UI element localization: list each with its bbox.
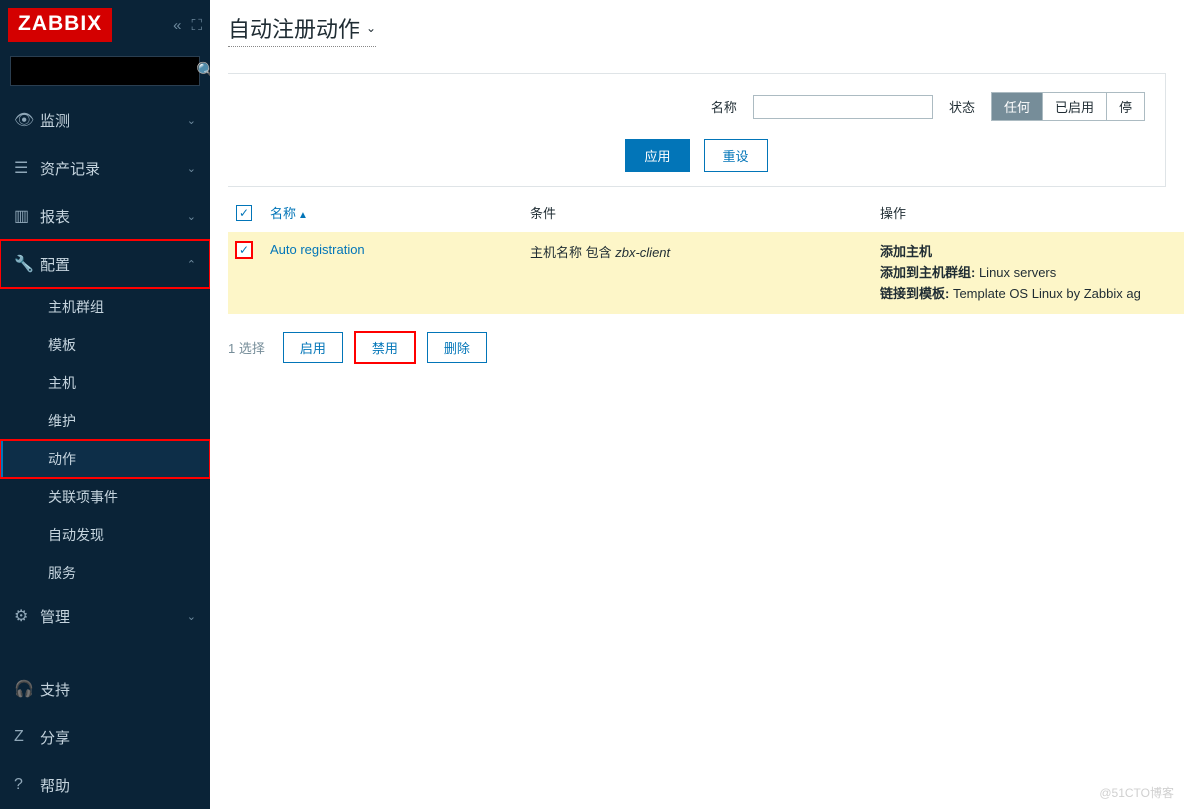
sidebar-header: ZABBIX « ⛶	[0, 0, 210, 50]
nav-label: 监测	[40, 110, 187, 131]
sub-actions[interactable]: 动作	[0, 440, 210, 478]
col-name[interactable]: 名称▲	[262, 193, 522, 232]
status-segmented: 任何 已启用 停	[991, 92, 1145, 121]
list-icon: ☰	[14, 158, 40, 178]
select-all-checkbox[interactable]: ✓	[236, 205, 252, 221]
nav-label: 报表	[40, 206, 187, 227]
nav-label: 管理	[40, 606, 187, 627]
sub-templates[interactable]: 模板	[0, 326, 210, 364]
eye-icon: 👁	[14, 110, 40, 130]
sub-hostgroups[interactable]: 主机群组	[0, 288, 210, 326]
nav-label: 分享	[40, 727, 196, 748]
logo[interactable]: ZABBIX	[8, 8, 112, 42]
sub-maintenance[interactable]: 维护	[0, 402, 210, 440]
wrench-icon: 🔧	[14, 254, 40, 274]
reset-button[interactable]: 重设	[704, 139, 768, 172]
status-any[interactable]: 任何	[992, 93, 1043, 120]
sub-services[interactable]: 服务	[0, 554, 210, 592]
status-enabled[interactable]: 已启用	[1043, 93, 1107, 120]
gear-icon: ⚙	[14, 606, 40, 626]
watermark: @51CTO博客	[1099, 784, 1174, 801]
search-box[interactable]: 🔍	[10, 56, 200, 86]
chevron-up-icon: ⌃	[187, 258, 196, 271]
help-icon: ?	[14, 776, 40, 794]
chevron-down-icon: ⌄	[366, 21, 376, 35]
share-icon: Z	[14, 728, 40, 746]
fullscreen-icon[interactable]: ⛶	[191, 17, 202, 34]
chevron-down-icon: ⌄	[187, 210, 196, 223]
nav-help[interactable]: ? 帮助	[0, 761, 210, 809]
action-name-link[interactable]: Auto registration	[270, 242, 365, 257]
main: 自动注册动作 ⌄ 名称 状态 任何 已启用 停 应用 重设	[210, 0, 1184, 809]
page-title-text: 自动注册动作	[228, 12, 360, 44]
apply-button[interactable]: 应用	[625, 139, 689, 172]
sub-correlation[interactable]: 关联项事件	[0, 478, 210, 516]
col-condition: 条件	[522, 193, 872, 232]
nav-label: 配置	[40, 254, 187, 275]
sort-asc-icon: ▲	[298, 210, 308, 221]
nav-reports[interactable]: ▥ 报表 ⌄	[0, 192, 210, 240]
chevron-down-icon: ⌄	[187, 610, 196, 623]
filter-panel: 名称 状态 任何 已启用 停 应用 重设	[228, 73, 1166, 187]
bulk-actions: 1 选择 启用 禁用 删除	[210, 314, 1184, 363]
filter-status-label: 状态	[949, 97, 975, 116]
sub-discovery[interactable]: 自动发现	[0, 516, 210, 554]
nav-support[interactable]: 🎧 支持	[0, 665, 210, 713]
chart-icon: ▥	[14, 206, 40, 226]
search-input[interactable]	[19, 64, 196, 79]
collapse-icon[interactable]: «	[173, 17, 181, 34]
status-disabled[interactable]: 停	[1107, 93, 1144, 120]
row-checkbox[interactable]: ✓	[236, 242, 252, 258]
chevron-down-icon: ⌄	[187, 162, 196, 175]
sub-hosts[interactable]: 主机	[0, 364, 210, 402]
nav-label: 支持	[40, 679, 196, 700]
nav-share[interactable]: Z 分享	[0, 713, 210, 761]
disable-button[interactable]: 禁用	[355, 332, 415, 363]
delete-button[interactable]: 删除	[427, 332, 487, 363]
operation-cell: 添加主机添加到主机群组: Linux servers链接到模板: Templat…	[872, 232, 1184, 314]
nav-monitoring[interactable]: 👁 监测 ⌄	[0, 96, 210, 144]
enable-button[interactable]: 启用	[283, 332, 343, 363]
chevron-down-icon: ⌄	[187, 114, 196, 127]
selected-count: 1 选择	[228, 338, 265, 357]
table-row: ✓ Auto registration 主机名称 包含 zbx-client添加主机…	[228, 232, 1184, 314]
page-title-dropdown[interactable]: 自动注册动作 ⌄	[228, 12, 376, 47]
nav-configuration[interactable]: 🔧 配置 ⌃	[0, 240, 210, 288]
actions-table: ✓ 名称▲ 条件 操作 ✓ Auto registration 主机名称 包含 zb…	[228, 193, 1184, 314]
nav-administration[interactable]: ⚙ 管理 ⌄	[0, 592, 210, 640]
nav-label: 资产记录	[40, 158, 187, 179]
condition-cell: 主机名称 包含 zbx-client	[522, 232, 872, 314]
filter-name-label: 名称	[711, 97, 737, 116]
filter-name-input[interactable]	[753, 95, 933, 119]
headset-icon: 🎧	[14, 679, 40, 699]
nav: 👁 监测 ⌄ ☰ 资产记录 ⌄ ▥ 报表 ⌄ 🔧 配置 ⌃ 主机群组 模板 主机	[0, 96, 210, 665]
sidebar: ZABBIX « ⛶ 🔍 👁 监测 ⌄ ☰ 资产记录 ⌄	[0, 0, 210, 809]
nav-inventory[interactable]: ☰ 资产记录 ⌄	[0, 144, 210, 192]
nav-label: 帮助	[40, 775, 196, 796]
col-operation: 操作	[872, 193, 1184, 232]
